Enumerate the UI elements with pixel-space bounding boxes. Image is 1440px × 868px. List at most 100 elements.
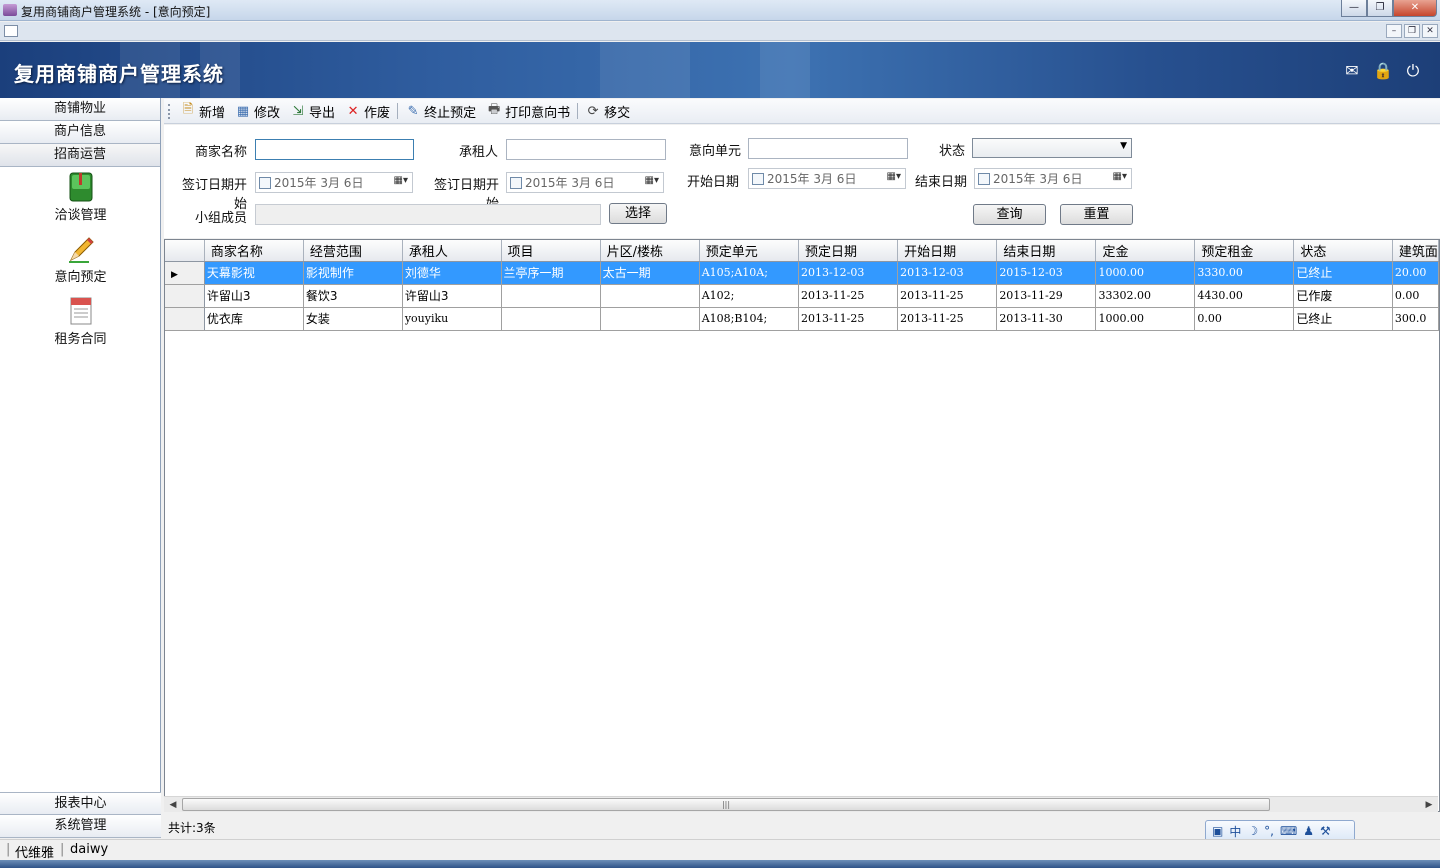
mdi-restore-icon[interactable]: ❐ bbox=[1404, 24, 1420, 38]
maximize-icon[interactable]: ❐ bbox=[1367, 0, 1393, 17]
table-cell[interactable]: 1000.00 bbox=[1095, 307, 1196, 331]
calendar-dropdown-icon[interactable]: ▦▾ bbox=[394, 175, 408, 186]
date-checkbox[interactable] bbox=[510, 176, 522, 189]
table-cell[interactable]: 太古一期 bbox=[600, 261, 700, 285]
column-header[interactable]: 结束日期 bbox=[996, 240, 1097, 262]
column-header[interactable]: 商家名称 bbox=[204, 240, 304, 262]
ime-mode[interactable]: 中 bbox=[1229, 823, 1241, 840]
calendar-dropdown-icon[interactable]: ▦▾ bbox=[1113, 171, 1127, 182]
print-intention-button[interactable]: 🖶 打印意向书 bbox=[481, 100, 575, 122]
nav-report-center[interactable]: 报表中心 bbox=[0, 792, 161, 815]
nav-item-negotiation[interactable]: 洽谈管理 bbox=[0, 172, 161, 229]
column-header[interactable]: 状态 bbox=[1293, 240, 1393, 262]
power-icon[interactable]: ⏻ bbox=[1402, 60, 1424, 82]
nav-item-intention[interactable]: 意向预定 bbox=[0, 234, 161, 291]
column-header[interactable]: 建筑面 bbox=[1392, 240, 1439, 262]
table-cell[interactable]: 已终止 bbox=[1293, 261, 1393, 285]
column-header[interactable]: 预定租金 bbox=[1194, 240, 1295, 262]
table-cell[interactable] bbox=[600, 284, 700, 308]
table-row[interactable]: ▶ 天幕影视 影视制作 刘德华 兰亭序一期 太古一期 A105;A10A; 20… bbox=[165, 261, 1439, 285]
column-header[interactable]: 预定日期 bbox=[798, 240, 899, 262]
calendar-dropdown-icon[interactable]: ▦▾ bbox=[887, 171, 901, 182]
column-header[interactable]: 项目 bbox=[501, 240, 601, 262]
table-cell[interactable]: 2013-12-03 bbox=[897, 261, 998, 285]
scroll-left-icon[interactable]: ◀ bbox=[165, 798, 181, 812]
table-cell[interactable]: 1000.00 bbox=[1095, 261, 1196, 285]
ime-logo-icon[interactable]: ▣ bbox=[1212, 824, 1223, 838]
table-cell[interactable]: A108;B104; bbox=[699, 307, 799, 331]
table-cell[interactable] bbox=[501, 284, 601, 308]
nav-merchant-info[interactable]: 商户信息 bbox=[0, 121, 160, 144]
close-icon[interactable]: ✕ bbox=[1393, 0, 1437, 17]
table-cell[interactable]: 许留山3 bbox=[402, 284, 502, 308]
nav-system-admin[interactable]: 系统管理 bbox=[0, 815, 161, 838]
tenant-input[interactable] bbox=[506, 139, 666, 160]
column-header[interactable]: 片区/楼栋 bbox=[600, 240, 700, 262]
table-cell[interactable]: 20.00 bbox=[1392, 261, 1439, 285]
table-cell[interactable]: 已作废 bbox=[1293, 284, 1393, 308]
minimize-icon[interactable]: — bbox=[1341, 0, 1367, 17]
message-icon[interactable]: ✉ bbox=[1341, 60, 1363, 82]
reset-button[interactable]: 重置 bbox=[1060, 204, 1133, 225]
table-cell[interactable]: 4430.00 bbox=[1194, 284, 1295, 308]
row-header[interactable] bbox=[165, 307, 205, 331]
calendar-dropdown-icon[interactable]: ▦▾ bbox=[645, 175, 659, 186]
table-cell[interactable]: 2013-11-30 bbox=[996, 307, 1097, 331]
table-cell[interactable]: 300.0 bbox=[1392, 307, 1439, 331]
table-row[interactable]: 许留山3 餐饮3 许留山3 A102; 2013-11-25 2013-11-2… bbox=[165, 284, 1439, 308]
column-header[interactable]: 定金 bbox=[1095, 240, 1196, 262]
table-cell[interactable]: 2013-11-25 bbox=[798, 284, 899, 308]
table-cell[interactable]: 2013-11-25 bbox=[897, 307, 998, 331]
table-cell[interactable]: 0.00 bbox=[1194, 307, 1295, 331]
choose-button[interactable]: 选择 bbox=[609, 203, 667, 224]
table-cell[interactable]: 女装 bbox=[303, 307, 403, 331]
export-button[interactable]: ⇲ 导出 bbox=[285, 100, 340, 122]
row-header[interactable] bbox=[165, 284, 205, 308]
query-button[interactable]: 查询 bbox=[973, 204, 1046, 225]
table-cell[interactable]: 2015-12-03 bbox=[996, 261, 1097, 285]
date-checkbox[interactable] bbox=[752, 172, 764, 185]
table-cell[interactable]: 影视制作 bbox=[303, 261, 403, 285]
table-cell[interactable]: 已终止 bbox=[1293, 307, 1393, 331]
table-cell[interactable]: 2013-11-29 bbox=[996, 284, 1097, 308]
table-cell[interactable]: A102; bbox=[699, 284, 799, 308]
sign-date-start-picker[interactable]: 2015年 3月 6日 ▦▾ bbox=[255, 172, 413, 193]
table-cell[interactable]: 餐饮3 bbox=[303, 284, 403, 308]
table-cell[interactable]: 3330.00 bbox=[1194, 261, 1295, 285]
edit-button[interactable]: ▦ 修改 bbox=[230, 100, 285, 122]
table-cell[interactable]: 2013-11-25 bbox=[798, 307, 899, 331]
table-cell[interactable] bbox=[501, 307, 601, 331]
table-cell[interactable]: 2013-11-25 bbox=[897, 284, 998, 308]
mdi-close-icon[interactable]: ✕ bbox=[1422, 24, 1438, 38]
nav-investment-ops[interactable]: 招商运营 bbox=[0, 144, 160, 167]
column-header[interactable]: 开始日期 bbox=[897, 240, 998, 262]
table-cell[interactable]: A105;A10A; bbox=[699, 261, 799, 285]
transfer-button[interactable]: ⟳ 移交 bbox=[580, 100, 635, 122]
terminate-booking-button[interactable]: ✎ 终止预定 bbox=[400, 100, 481, 122]
nav-item-lease-contract[interactable]: 租务合同 bbox=[0, 296, 161, 353]
table-cell[interactable]: 2013-12-03 bbox=[798, 261, 899, 285]
table-cell[interactable] bbox=[600, 307, 700, 331]
mdi-window-icon[interactable] bbox=[4, 25, 18, 37]
nav-shop-property[interactable]: 商铺物业 bbox=[0, 98, 160, 121]
void-button[interactable]: ✕ 作废 bbox=[340, 100, 395, 122]
end-date-picker[interactable]: 2015年 3月 6日 ▦▾ bbox=[974, 168, 1132, 189]
table-cell[interactable]: 刘德华 bbox=[402, 261, 502, 285]
table-cell[interactable]: 优衣库 bbox=[204, 307, 304, 331]
date-checkbox[interactable] bbox=[978, 172, 990, 185]
row-header-corner[interactable] bbox=[165, 240, 205, 262]
sign-date-end-picker[interactable]: 2015年 3月 6日 ▦▾ bbox=[506, 172, 664, 193]
mdi-minimize-icon[interactable]: – bbox=[1386, 24, 1402, 38]
moon-icon[interactable]: ☽ bbox=[1247, 824, 1258, 838]
punctuation-icon[interactable]: °, bbox=[1264, 824, 1274, 838]
table-cell[interactable]: 兰亭序一期 bbox=[501, 261, 601, 285]
column-header[interactable]: 承租人 bbox=[402, 240, 502, 262]
merchant-name-input[interactable] bbox=[255, 139, 414, 160]
scroll-right-icon[interactable]: ▶ bbox=[1421, 798, 1437, 812]
lock-icon[interactable]: 🔒 bbox=[1372, 60, 1394, 82]
table-cell[interactable]: 天幕影视 bbox=[204, 261, 304, 285]
toolbar-grip[interactable] bbox=[168, 103, 171, 119]
table-cell[interactable]: 33302.00 bbox=[1095, 284, 1196, 308]
horizontal-scrollbar[interactable]: ◀ ||| ▶ bbox=[164, 796, 1438, 812]
table-row[interactable]: 优衣库 女装 youyiku A108;B104; 2013-11-25 201… bbox=[165, 307, 1439, 331]
